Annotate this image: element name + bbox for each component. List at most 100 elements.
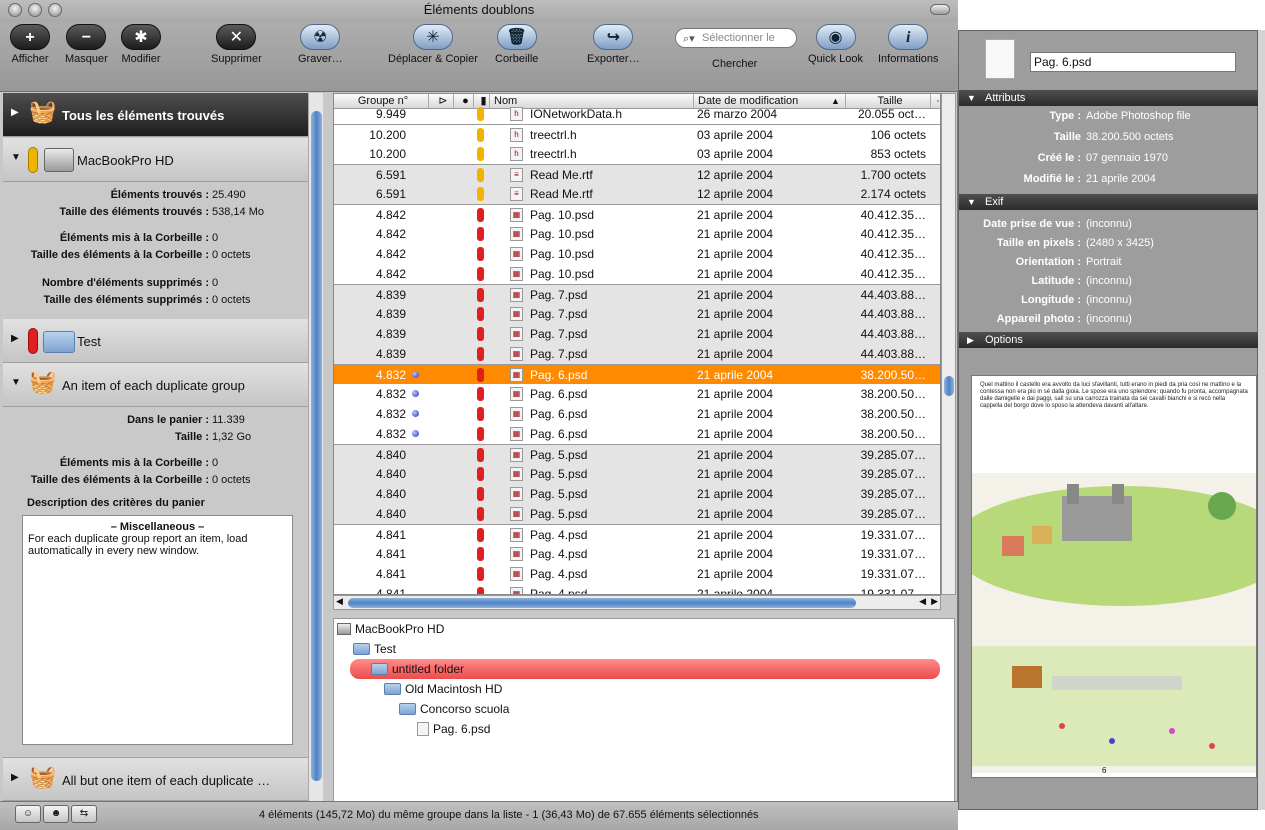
group-number: 9.949 (375, 107, 406, 121)
modification-date: 21 aprile 2004 (697, 208, 774, 222)
afficher-button[interactable]: + Afficher (10, 24, 50, 65)
close-window-button[interactable] (8, 3, 22, 17)
table-row[interactable]: 4.832 ▦ Pag. 6.psd 21 aprile 2004 38.200.50… (334, 364, 940, 384)
table-row[interactable]: 9.949 h IONetworkData.h 26 marzo 2004 20.055… (334, 104, 940, 124)
toolbar: + Afficher − Masquer ✱ Modifier ✕ Supprimer … (0, 22, 958, 92)
table-row[interactable]: 4.840 ▦ Pag. 5.psd 21 aprile 2004 39.285.07… (334, 504, 940, 524)
informations-button[interactable]: i Informations (878, 24, 939, 65)
sidebar-scroll-thumb[interactable] (311, 111, 322, 781)
table-row[interactable]: 4.839 ▦ Pag. 7.psd 21 aprile 2004 44.403.88… (334, 304, 940, 324)
info-row: Date prise de vue : (inconnu) (959, 215, 1259, 233)
file-thumbnail (985, 39, 1015, 79)
modification-date: 21 aprile 2004 (697, 487, 774, 501)
table-row[interactable]: 4.839 ▦ Pag. 7.psd 21 aprile 2004 44.403.88… (334, 344, 940, 364)
table-row[interactable]: 4.840 ▦ Pag. 5.psd 21 aprile 2004 39.285.07… (334, 464, 940, 484)
table-row[interactable]: 4.842 ▦ Pag. 10.psd 21 aprile 2004 40.412.35… (334, 244, 940, 264)
table-row[interactable]: 4.832 ▦ Pag. 6.psd 21 aprile 2004 38.200.50… (334, 424, 940, 444)
trash-icon: 🗑 (496, 24, 537, 50)
stat-value: 0 octets (212, 249, 251, 261)
info-row: Longitude : (inconnu) (959, 291, 1259, 309)
section-exif[interactable]: ▼ Exif (959, 194, 1259, 210)
color-label-icon (477, 407, 484, 421)
path-item[interactable]: Pag. 6.psd (417, 719, 490, 739)
path-item[interactable]: untitled folder (350, 659, 940, 679)
disclosure-triangle-icon[interactable]: ▶ (11, 772, 19, 783)
path-item[interactable]: Old Macintosh HD (384, 679, 502, 699)
disclosure-triangle-icon[interactable]: ▼ (11, 377, 21, 388)
path-item[interactable]: MacBookPro HD (337, 619, 444, 639)
disclosure-triangle-icon[interactable]: ▼ (967, 194, 976, 210)
table-row[interactable]: 4.841 ▦ Pag. 4.psd 21 aprile 2004 19.331.07… (334, 584, 940, 594)
deplacer-copier-button[interactable]: ✳ Déplacer & Copier (388, 24, 478, 65)
section-attributs[interactable]: ▼ Attributs (959, 90, 1259, 106)
supprimer-button[interactable]: ✕ Supprimer (211, 24, 262, 65)
masquer-button[interactable]: − Masquer (65, 24, 108, 65)
table-row[interactable]: 10.200 h treectrl.h 03 aprile 2004 106 octet… (334, 124, 940, 144)
minimize-window-button[interactable] (28, 3, 42, 17)
disclosure-triangle-icon[interactable]: ▶ (967, 332, 974, 348)
path-item[interactable]: Concorso scuola (399, 699, 509, 719)
path-item[interactable]: Test (353, 639, 396, 659)
criteria-description[interactable]: – Miscellaneous – For each duplicate gro… (22, 515, 293, 745)
group-test[interactable]: ▶ Test (3, 319, 308, 363)
disclosure-triangle-icon[interactable]: ▶ (11, 333, 19, 344)
scroll-left-arrow-icon[interactable]: ◀ (336, 596, 343, 607)
table-row[interactable]: 4.832 ▦ Pag. 6.psd 21 aprile 2004 38.200.50… (334, 404, 940, 424)
table-row[interactable]: 4.832 ▦ Pag. 6.psd 21 aprile 2004 38.200.50… (334, 384, 940, 404)
group-all-but-one[interactable]: ▶ 🧺 All but one item of each duplicate … (3, 757, 308, 801)
table-row[interactable]: 4.842 ▦ Pag. 10.psd 21 aprile 2004 40.412.35… (334, 224, 940, 244)
toolbar-toggle-button[interactable] (930, 4, 950, 15)
search-input[interactable]: ⌕▾ Sélectionner le (675, 28, 797, 48)
file-size: 39.285.07… (860, 448, 926, 462)
table-row[interactable]: 4.841 ▦ Pag. 4.psd 21 aprile 2004 19.331.07… (334, 564, 940, 584)
file-size: 44.403.88… (860, 347, 926, 361)
table-row[interactable]: 4.841 ▦ Pag. 4.psd 21 aprile 2004 19.331.07… (334, 544, 940, 564)
group-disk[interactable]: ▼ MacBookPro HD (3, 138, 308, 182)
table-row[interactable]: 4.840 ▦ Pag. 5.psd 21 aprile 2004 39.285.07… (334, 484, 940, 504)
info-value: (inconnu) (1086, 294, 1132, 306)
vertical-scroll-thumb[interactable] (944, 376, 954, 396)
quick-look-button[interactable]: ◉ Quick Look (808, 24, 863, 65)
disclosure-triangle-icon[interactable]: ▼ (11, 152, 21, 163)
group-all-found[interactable]: ▶ 🧺 Tous les éléments trouvés (3, 93, 308, 137)
color-label-icon (477, 347, 484, 361)
table-row[interactable]: 4.839 ▦ Pag. 7.psd 21 aprile 2004 44.403.88… (334, 324, 940, 344)
modifier-button[interactable]: ✱ Modifier (121, 24, 161, 65)
corbeille-button[interactable]: 🗑 Corbeille (495, 24, 538, 65)
table-row[interactable]: 4.840 ▦ Pag. 5.psd 21 aprile 2004 39.285.07… (334, 444, 940, 464)
scroll-right-arrow-icon[interactable]: ▶ (931, 596, 938, 607)
disclosure-triangle-icon[interactable]: ▼ (967, 90, 976, 106)
section-options[interactable]: ▶ Options (959, 332, 1259, 348)
table-row[interactable]: 4.841 ▦ Pag. 4.psd 21 aprile 2004 19.331.07… (334, 524, 940, 544)
disclosure-triangle-icon[interactable]: ▶ (11, 107, 19, 118)
color-label-icon (477, 227, 484, 241)
group-number: 4.840 (375, 487, 406, 501)
table-row[interactable]: 6.591 ≡ Read Me.rtf 12 aprile 2004 2.174 oct… (334, 184, 940, 204)
table-horizontal-scrollbar[interactable]: ◀ ◀ ▶ (333, 595, 941, 610)
move-basket-button[interactable]: ⇆ (71, 805, 97, 823)
graver-button[interactable]: ☢ Graver… (298, 24, 343, 65)
color-label-icon (477, 368, 484, 382)
table-row[interactable]: 6.591 ≡ Read Me.rtf 12 aprile 2004 1.700 oct… (334, 164, 940, 184)
info-value: 38.200.500 octets (1086, 131, 1174, 143)
table-row[interactable]: 4.842 ▦ Pag. 10.psd 21 aprile 2004 40.412.35… (334, 264, 940, 284)
table-row[interactable]: 10.200 h treectrl.h 03 aprile 2004 853 octet… (334, 144, 940, 164)
add-basket-button[interactable]: ☺ (15, 805, 41, 823)
horizontal-scroll-thumb[interactable] (348, 598, 856, 608)
table-vertical-scrollbar[interactable] (941, 93, 956, 595)
group-each-duplicate[interactable]: ▼ 🧺 An item of each duplicate group (3, 363, 308, 407)
table-row[interactable]: 4.839 ▦ Pag. 7.psd 21 aprile 2004 44.403.88… (334, 284, 940, 304)
path-label: Pag. 6.psd (433, 722, 491, 736)
exporter-button[interactable]: ↪ Exporter… (587, 24, 640, 65)
sidebar-scrollbar[interactable] (308, 93, 323, 801)
info-value: (inconnu) (1086, 218, 1132, 230)
table-row[interactable]: 4.842 ▦ Pag. 10.psd 21 aprile 2004 40.412.35… (334, 204, 940, 224)
modification-date: 21 aprile 2004 (697, 427, 774, 441)
zoom-window-button[interactable] (48, 3, 62, 17)
file-name-field[interactable]: Pag. 6.psd (1030, 52, 1236, 72)
scroll-right-arrow-icon[interactable]: ◀ (919, 596, 926, 607)
stat-label: Nombre d'éléments supprimés : (41, 277, 209, 289)
group-number: 6.591 (375, 168, 406, 182)
remove-basket-button[interactable]: ☻ (43, 805, 69, 823)
group-number: 4.832 (375, 427, 406, 441)
